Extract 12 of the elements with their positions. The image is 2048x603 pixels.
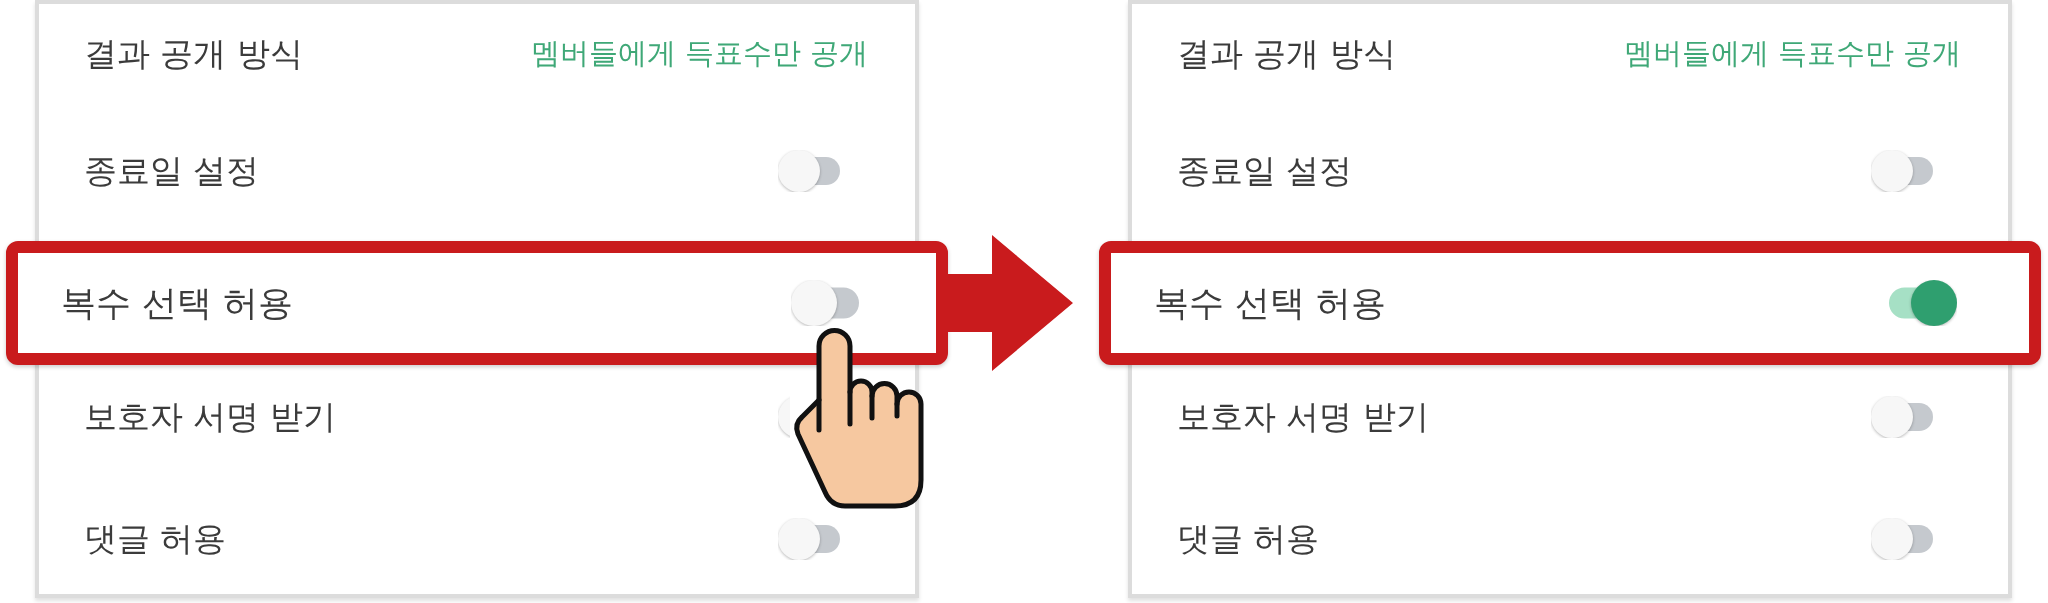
setting-label: 종료일 설정 (1177, 149, 1353, 192)
setting-label: 댓글 허용 (84, 517, 227, 560)
setting-label: 복수 선택 허용 (61, 281, 294, 325)
setting-label: 복수 선택 허용 (1154, 281, 1387, 325)
setting-label: 결과 공개 방식 (1177, 32, 1396, 75)
setting-label: 보호자 서명 받기 (1177, 395, 1429, 438)
setting-value: 멤버들에게 득표수만 공개 (530, 35, 868, 72)
setting-label: 보호자 서명 받기 (84, 395, 336, 438)
setting-label: 종료일 설정 (84, 149, 260, 192)
setting-label: 댓글 허용 (1177, 517, 1320, 560)
setting-value: 멤버들에게 득표수만 공개 (1623, 35, 1961, 72)
setting-label: 결과 공개 방식 (84, 32, 303, 75)
